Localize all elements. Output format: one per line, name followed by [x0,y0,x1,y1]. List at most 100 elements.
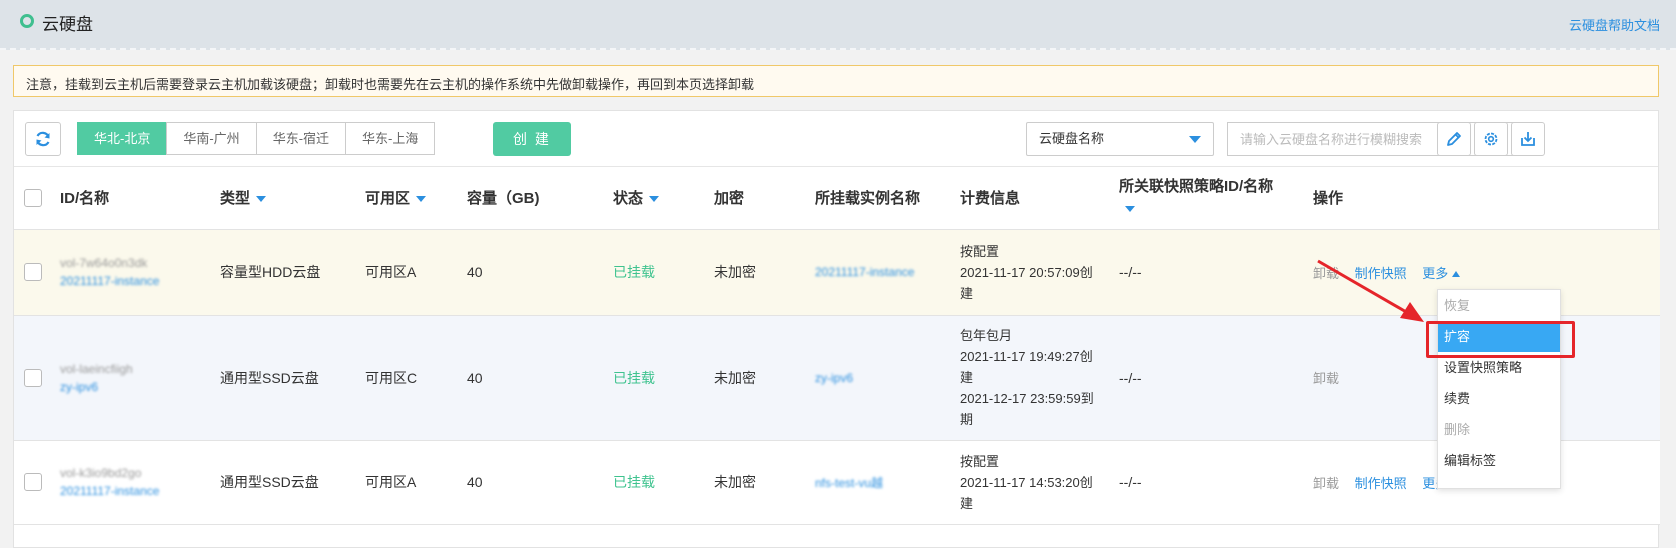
disk-status: 已挂载 [609,229,710,316]
create-snapshot-link[interactable]: 制作快照 [1355,476,1407,491]
disk-name-link[interactable]: 20211117-instance [60,274,216,288]
disk-id: vol-laeincfiigh [60,361,133,376]
gear-icon [1484,132,1498,146]
download-icon [1521,132,1535,146]
row-checkbox[interactable] [24,473,42,492]
instance-link[interactable]: 20211117-instance [815,265,956,279]
col-type-label: 类型 [220,190,251,208]
snapshot-policy: --/-- [1115,440,1309,525]
unmount-link[interactable]: 卸载 [1313,266,1339,281]
col-id-name: ID/名称 [56,167,216,230]
col-type[interactable]: 类型 [216,167,361,230]
settings-button[interactable] [1474,122,1508,156]
disk-zone: 可用区A [361,229,463,316]
create-button[interactable]: 创 建 [493,122,571,156]
table-row: vol-laeincfiigh zy-ipv6 通用型SSD云盘 可用区C 40 … [14,315,1660,441]
page-header: 云硬盘 云硬盘帮助文档 [0,0,1676,50]
chevron-down-icon [1189,136,1201,143]
region-tab-suqian[interactable]: 华东-宿迁 [255,122,347,155]
page-title: 云硬盘 [42,15,93,34]
disk-zone: 可用区A [361,440,463,525]
tag-edit-icon [1447,132,1461,146]
disk-type: 通用型SSD云盘 [216,440,361,525]
disk-capacity: 40 [463,229,609,316]
search-input[interactable] [1227,122,1467,156]
search-field-label: 云硬盘名称 [1039,131,1105,146]
export-button[interactable] [1511,122,1545,156]
menu-item-expand[interactable]: 扩容 [1438,321,1560,352]
more-actions-menu: 恢复 扩容 设置快照策略 续费 删除 编辑标签 [1437,289,1561,489]
more-label: 更多 [1422,265,1449,281]
snapshot-policy: --/-- [1115,315,1309,441]
billing-line: 按配置 [960,453,1000,469]
col-zone[interactable]: 可用区 [361,167,463,230]
billing-line: 建 [960,495,974,511]
toolbar: 华北-北京 华南-广州 华东-宿迁 华东-上海 创 建 云硬盘名称 [14,111,1658,167]
col-status-label: 状态 [613,190,644,208]
disk-capacity: 40 [463,440,609,525]
billing-line: 按配置 [960,243,1000,259]
disk-list-panel: 华北-北京 华南-广州 华东-宿迁 华东-上海 创 建 云硬盘名称 请输入云硬盘… [13,110,1660,548]
snapshot-policy: --/-- [1115,229,1309,316]
disk-table: ID/名称 类型 可用区 容量（GB) 状态 加密 所挂载实例名称 计费信息 所… [14,167,1660,525]
menu-item-restore[interactable]: 恢复 [1438,290,1560,321]
billing-info: 按配置 2021-11-17 14:53:20创 建 [956,440,1115,525]
table-row: vol-k3io9bd2go 20211117-instance 通用型SSD云盘… [14,440,1660,525]
menu-item-renew[interactable]: 续费 [1438,383,1560,414]
instance-link[interactable]: nfs-test-vu越 [815,474,956,491]
filter-caret-icon [416,196,427,203]
disk-type: 容量型HDD云盘 [216,229,361,316]
disk-type: 通用型SSD云盘 [216,315,361,441]
disk-id: vol-7w64o0n3dk [60,256,148,270]
menu-item-snapshot-policy[interactable]: 设置快照策略 [1438,352,1560,383]
disk-capacity: 40 [463,315,609,441]
cloud-disk-icon [20,14,34,28]
row-checkbox[interactable] [24,263,42,282]
col-instance: 所挂载实例名称 [811,167,956,230]
edit-tag-button[interactable] [1437,122,1471,156]
billing-line: 包年包月 [960,328,1013,343]
billing-line: 2021-12-17 23:59:59到 [960,391,1094,406]
disk-encryption: 未加密 [710,229,811,316]
billing-line: 建 [960,285,974,301]
col-capacity: 容量（GB) [463,167,609,230]
row-checkbox[interactable] [24,368,42,387]
col-snapshot-policy[interactable]: 所关联快照策略ID/名称 [1115,167,1309,230]
unmount-link[interactable]: 卸载 [1313,476,1339,491]
help-doc-link[interactable]: 云硬盘帮助文档 [1569,15,1660,34]
instance-link[interactable]: zy-ipv6 [815,371,956,385]
menu-item-edit-tags[interactable]: 编辑标签 [1438,445,1560,476]
billing-line: 建 [960,370,974,385]
disk-name-link[interactable]: zy-ipv6 [60,380,216,394]
region-tabs: 华北-北京 华南-广州 华东-宿迁 华东-上海 [77,122,436,155]
select-all-checkbox[interactable] [24,188,42,207]
create-snapshot-link[interactable]: 制作快照 [1355,266,1407,281]
refresh-icon [36,131,50,147]
disk-name-link[interactable]: 20211117-instance [60,484,216,498]
search-field-select[interactable]: 云硬盘名称 [1026,122,1214,156]
refresh-button[interactable] [25,122,61,156]
filter-caret-icon [256,196,267,203]
region-tab-shanghai[interactable]: 华东-上海 [345,122,436,155]
billing-line: 2021-11-17 19:49:27创 [960,349,1093,364]
billing-line: 期 [960,412,974,427]
disk-zone: 可用区C [361,315,463,441]
disk-id: vol-k3io9bd2go [60,466,142,480]
col-snapshot-policy-label: 所关联快照策略ID/名称 [1119,177,1274,195]
more-menu-toggle[interactable]: 更多 [1422,265,1461,281]
region-tab-guangzhou[interactable]: 华南-广州 [166,122,257,155]
filter-caret-icon [1125,205,1135,212]
col-zone-label: 可用区 [365,190,411,208]
col-status[interactable]: 状态 [609,167,710,230]
col-operations: 操作 [1309,167,1660,230]
col-encryption: 加密 [710,167,811,230]
billing-line: 2021-11-17 14:53:20创 [960,474,1093,490]
billing-info: 包年包月 2021-11-17 19:49:27创 建 2021-12-17 2… [956,315,1115,441]
billing-line: 2021-11-17 20:57:09创 [960,264,1093,280]
table-header-row: ID/名称 类型 可用区 容量（GB) 状态 加密 所挂载实例名称 计费信息 所… [14,167,1660,230]
col-billing: 计费信息 [956,167,1115,230]
disk-status: 已挂载 [609,440,710,525]
unmount-link[interactable]: 卸载 [1313,371,1339,386]
region-tab-beijing[interactable]: 华北-北京 [77,122,168,155]
menu-item-delete[interactable]: 删除 [1438,414,1560,445]
